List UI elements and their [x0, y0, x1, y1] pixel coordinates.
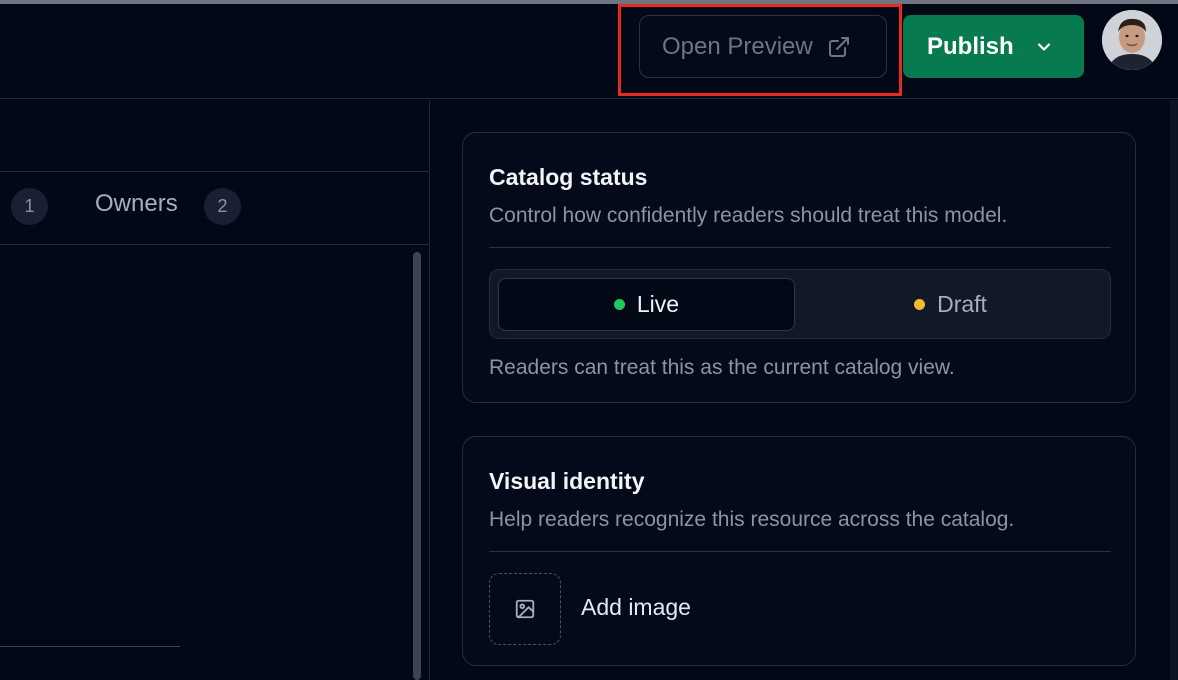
tab-count-badge: 1 — [11, 188, 48, 225]
content-divider — [0, 646, 180, 647]
avatar-image — [1102, 10, 1162, 70]
tabs-bottom-divider — [0, 244, 429, 245]
add-image-button[interactable]: Add image — [581, 594, 691, 621]
image-upload-placeholder[interactable] — [489, 573, 561, 645]
chevron-down-icon[interactable] — [1034, 37, 1054, 57]
status-option-live[interactable]: Live — [498, 278, 795, 331]
status-segmented-control: Live Draft — [489, 269, 1111, 339]
catalog-status-card: Catalog status Control how confidently r… — [462, 132, 1136, 403]
visual-identity-title: Visual identity — [489, 468, 645, 494]
right-pane-scrollbar[interactable] — [1170, 100, 1178, 680]
status-option-draft[interactable]: Draft — [802, 278, 1099, 331]
owners-count-badge: 2 — [204, 188, 241, 225]
image-icon — [515, 599, 535, 619]
draft-status-dot — [914, 299, 926, 310]
card-divider — [489, 247, 1111, 248]
left-pane — [0, 100, 429, 680]
catalog-status-title: Catalog status — [489, 164, 648, 190]
card-divider — [489, 551, 1111, 552]
visual-identity-card: Visual identity Help readers recognize t… — [462, 436, 1136, 666]
left-pane-scrollbar[interactable] — [413, 252, 421, 680]
catalog-status-subtitle: Control how confidently readers should t… — [489, 204, 1008, 227]
publish-button[interactable]: Publish — [903, 15, 1084, 78]
pane-divider — [429, 100, 430, 680]
status-option-live-label: Live — [636, 291, 680, 317]
highlight-annotation — [618, 4, 902, 96]
tabs-top-divider — [0, 171, 429, 172]
tab-owners[interactable]: Owners — [95, 190, 178, 218]
user-avatar[interactable] — [1102, 10, 1162, 70]
publish-label: Publish — [927, 32, 1014, 60]
status-hint: Readers can treat this as the current ca… — [489, 356, 955, 379]
live-status-dot — [613, 299, 625, 310]
visual-identity-subtitle: Help readers recognize this resource acr… — [489, 508, 1015, 531]
status-option-draft-label: Draft — [937, 291, 987, 317]
